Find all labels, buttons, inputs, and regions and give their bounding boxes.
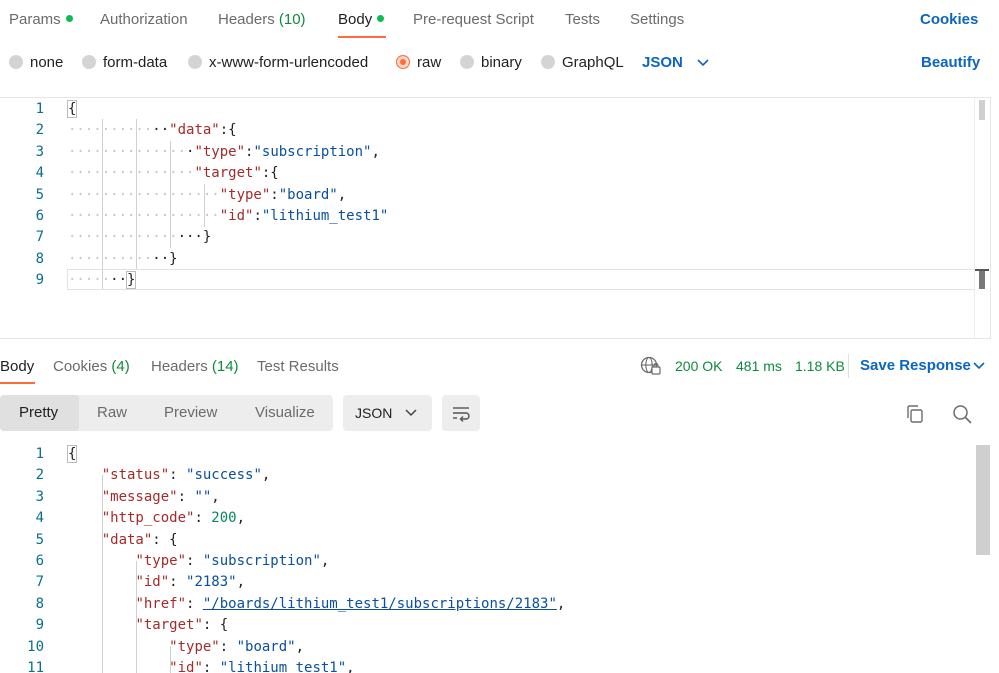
active-tab-indicator [0,382,35,384]
view-mode-segmented-control: Pretty Raw Preview Visualize [0,395,333,431]
request-tabs: Params Authorization Headers (10) Body P… [0,0,999,40]
radio-circle-icon [9,55,23,69]
radio-none[interactable]: none [9,54,63,71]
scrollbar-thumb[interactable] [979,100,985,120]
view-pretty[interactable]: Pretty [19,404,58,421]
network-globe-icon[interactable] [640,356,662,376]
wrap-lines-icon [453,407,470,422]
radio-circle-icon [188,55,202,69]
radio-circle-icon [541,55,555,69]
wrap-lines-button[interactable] [442,395,480,431]
chevron-down-icon[interactable] [973,361,985,371]
radio-raw[interactable]: raw [396,54,441,71]
radio-circle-icon [460,55,474,69]
raw-language-dropdown[interactable]: JSON [642,54,683,71]
resp-tab-test-results[interactable]: Test Results [257,358,339,375]
response-body-viewer[interactable]: 1{ 2 "status": "success", 3 "message": "… [0,443,991,673]
chevron-down-icon[interactable] [697,58,709,68]
resp-tab-cookies[interactable]: Cookies (4) [53,358,130,375]
radio-binary[interactable]: binary [460,54,522,71]
chevron-down-icon [405,409,417,417]
body-type-selector: none form-data x-www-form-urlencoded raw… [0,50,999,76]
tab-authorization[interactable]: Authorization [100,11,188,28]
response-size[interactable]: 1.18 KB [795,358,845,374]
scrollbar-thumb[interactable] [976,445,990,555]
response-time[interactable]: 481 ms [736,358,782,374]
resp-tab-headers[interactable]: Headers (14) [151,358,239,375]
href-link[interactable]: "/boards/lithium_test1/subscriptions/218… [203,596,557,612]
response-format-dropdown[interactable]: JSON [343,395,432,431]
view-raw[interactable]: Raw [97,404,127,421]
radio-form-data[interactable]: form-data [82,54,167,71]
current-line-highlight [67,269,975,290]
tab-tests[interactable]: Tests [565,11,600,28]
radio-circle-icon [82,55,96,69]
copy-icon[interactable] [904,403,926,425]
tab-body[interactable]: Body [338,11,385,28]
divider [848,354,849,378]
radio-selected-icon [396,55,410,69]
save-response-button[interactable]: Save Response [860,357,971,374]
scroll-position-marker [979,271,985,289]
radio-urlencoded[interactable]: x-www-form-urlencoded [188,54,368,71]
tab-settings[interactable]: Settings [630,11,684,28]
tab-params[interactable]: Params [9,11,73,28]
request-editor-scrollbar[interactable] [974,98,990,338]
response-tabs: Body Cookies (4) Headers (14) Test Resul… [0,352,999,384]
resp-tab-body[interactable]: Body [0,358,34,375]
radio-graphql[interactable]: GraphQL [541,54,624,71]
modified-dot-icon [377,15,385,22]
tab-pre-request-script[interactable]: Pre-request Script [413,11,534,28]
view-visualize[interactable]: Visualize [255,404,315,421]
cookies-link[interactable]: Cookies [920,11,978,28]
beautify-button[interactable]: Beautify [921,54,980,71]
modified-dot-icon [65,15,73,22]
view-preview[interactable]: Preview [164,404,217,421]
response-scrollbar[interactable] [975,443,991,673]
tab-headers[interactable]: Headers (10) [218,11,306,28]
search-icon[interactable] [951,403,973,425]
active-tab-indicator [338,36,386,38]
request-body-editor[interactable]: 1{ 2 ············"data":{ 3 ··············… [0,97,991,339]
status-code[interactable]: 200 OK [675,358,722,374]
